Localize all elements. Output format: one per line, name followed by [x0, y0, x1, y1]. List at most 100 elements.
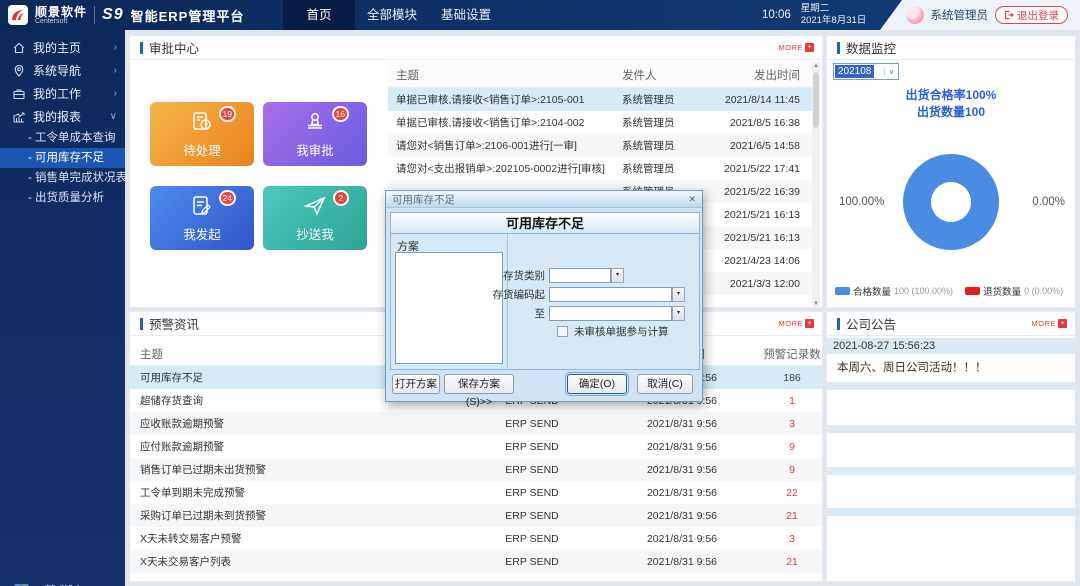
empty-notice-row — [827, 382, 1075, 390]
chevron-down-icon: ∨ — [884, 67, 898, 76]
left-percent-label: 100.00% — [839, 196, 885, 208]
table-row[interactable]: 单据已审核,请接收<销售订单>:2105-001 系统管理员 2021/8/14… — [388, 88, 812, 111]
stamp-icon — [302, 109, 328, 135]
panel-title: 预警资讯 — [149, 318, 200, 332]
chevron-down-icon: ∨ — [109, 111, 117, 122]
sidebar-item-my-work[interactable]: 我的工作 › — [0, 82, 125, 105]
chevron-right-icon: › — [113, 88, 117, 99]
scroll-up-icon[interactable]: ▲ — [812, 63, 820, 69]
nav-home[interactable]: 首页 — [283, 0, 355, 30]
start-button[interactable]: 开 始 — [0, 578, 77, 586]
sidebar-item-system-nav[interactable]: 系统导航 › — [0, 59, 125, 82]
empty-notice-row — [827, 425, 1075, 433]
category-picker-button[interactable]: ▾ — [611, 267, 624, 283]
save-plan-button[interactable]: 保存方案(S)>> — [444, 374, 514, 408]
more-button[interactable]: MORE + — [779, 319, 814, 328]
notice-text[interactable]: 本周六、周日公司活动！！！ — [827, 354, 1075, 380]
weekday-text: 星期二 — [800, 3, 830, 15]
username: 系统管理员 — [930, 10, 989, 22]
category-input[interactable] — [549, 267, 611, 283]
category-label: 存货类别 — [503, 269, 545, 282]
code-from-input[interactable] — [549, 286, 672, 302]
sidebar-subitem-sales-completion[interactable]: - 销售单完成状况表 — [0, 168, 127, 188]
location-icon — [14, 64, 24, 77]
table-row[interactable]: 单据已审核,请接收<销售订单>:2104-002 系统管理员 2021/8/5 … — [388, 111, 812, 134]
scrollbar[interactable]: ▲ ▼ — [812, 62, 820, 308]
table-row[interactable]: 工令单到期未完成预警 ERP SEND 2021/8/31 9:56 22 — [130, 481, 822, 504]
table-row[interactable]: 应付账款逾期预警 ERP SEND 2021/8/31 9:56 9 — [130, 435, 822, 458]
doc-edit-icon — [189, 193, 215, 219]
divider — [94, 6, 96, 24]
user-avatar[interactable] — [905, 6, 924, 24]
unaudited-checkbox-row[interactable]: 未审核单据参与计算 — [557, 324, 669, 339]
divider — [507, 234, 508, 370]
scroll-down-icon[interactable]: ▼ — [812, 301, 820, 307]
count-badge: 16 — [331, 106, 349, 122]
sidebar-item-label: 我的报表 — [33, 110, 82, 124]
dialog-title: 可用库存不足 — [392, 193, 455, 206]
period-select[interactable]: 202108 ∨ — [833, 63, 899, 80]
plus-icon: + — [805, 43, 814, 52]
product-badge: S9 — [102, 6, 124, 23]
legend-item-pass[interactable]: 合格数量 100 (100.00%) — [835, 284, 953, 298]
accent-bar — [140, 317, 143, 330]
chart-icon — [13, 112, 25, 122]
code-from-picker-button[interactable]: ▾ — [672, 286, 685, 302]
legend-swatch — [965, 287, 981, 295]
chevron-right-icon: › — [113, 65, 117, 76]
panel-title: 审批中心 — [149, 42, 200, 56]
chevron-right-icon: › — [113, 42, 117, 53]
start-label: 开 始 — [44, 582, 77, 586]
open-plan-button[interactable]: 打开方案 — [392, 374, 440, 394]
sidebar-item-my-home[interactable]: 我的主页 › — [0, 36, 125, 59]
count-badge: 24 — [218, 190, 236, 206]
empty-notice-row — [827, 467, 1075, 475]
logo-title: 顺景软件 — [35, 4, 88, 19]
ok-button[interactable]: 确定(O) — [565, 372, 629, 396]
logout-button[interactable]: 退出登录 — [995, 6, 1068, 24]
donut-chart — [903, 154, 999, 250]
sidebar-subitem-workorder-cost[interactable]: - 工令单成本查询 — [0, 128, 125, 148]
legend-item-return[interactable]: 退货数量 0 (0.00%) — [965, 284, 1063, 298]
period-value: 202108 — [835, 65, 875, 78]
tile-pending[interactable]: 19 待处理 — [150, 102, 254, 166]
legend-swatch — [835, 287, 850, 295]
product-title: 智能ERP管理平台 — [130, 8, 245, 24]
table-row[interactable]: 采购订单已过期未到货预警 ERP SEND 2021/8/31 9:56 21 — [130, 504, 822, 527]
table-row[interactable]: 销售订单已过期未出货预警 ERP SEND 2021/8/31 9:56 9 — [130, 458, 822, 481]
sidebar-subitem-available-stock[interactable]: - 可用库存不足 — [0, 148, 125, 168]
table-row[interactable]: 请您对<销售订单>:2106-001进行[一审] 系统管理员 2021/6/5 … — [388, 134, 812, 157]
plus-icon: + — [1058, 319, 1067, 328]
accent-bar — [837, 41, 840, 54]
more-button[interactable]: MORE + — [1032, 319, 1067, 328]
code-to-input[interactable] — [549, 305, 672, 321]
nav-all-modules[interactable]: 全部模块 — [355, 0, 429, 30]
table-row[interactable]: 请您对<支出报销单>:202105-0002进行[审核] 系统管理员 2021/… — [388, 157, 812, 180]
tile-cc-to-me[interactable]: 2 抄送我 — [263, 186, 367, 250]
chart-legend: 合格数量 100 (100.00%) 退货数量 0 (0.00%) — [835, 284, 1063, 298]
code-to-label: 至 — [534, 307, 546, 320]
nav-base-settings[interactable]: 基础设置 — [429, 0, 503, 30]
tile-my-approvals[interactable]: 16 我审批 — [263, 102, 367, 166]
close-icon[interactable]: ✕ — [688, 194, 696, 205]
logo-subtitle: Centersoft — [35, 17, 68, 25]
cancel-button[interactable]: 取消(C) — [637, 374, 693, 394]
table-row[interactable]: X天未交易客户列表 ERP SEND 2021/8/31 9:56 21 — [130, 550, 822, 573]
exit-icon — [1004, 10, 1014, 20]
table-row[interactable]: X天未转交易客户预警 ERP SEND 2021/8/31 9:56 3 — [130, 527, 822, 550]
checkbox-label: 未审核单据参与计算 — [574, 326, 669, 338]
sidebar-subitem-shipment-quality[interactable]: - 出货质量分析 — [0, 188, 125, 208]
scroll-thumb[interactable] — [813, 72, 819, 128]
dialog-titlebar[interactable]: 可用库存不足 ✕ — [386, 191, 702, 208]
empty-notice-row — [827, 508, 1075, 516]
dialog-body: 方案 存货类别 ▾ 存货编码起 ▾ 至 ▾ 未审核单据参与计算 — [390, 234, 700, 370]
accent-bar — [837, 317, 840, 330]
checkbox[interactable] — [557, 326, 568, 337]
sidebar-item-my-reports[interactable]: 我的报表 ∨ — [0, 105, 125, 128]
more-button[interactable]: MORE + — [779, 43, 814, 52]
tile-initiated-by-me[interactable]: 24 我发起 — [150, 186, 254, 250]
code-to-picker-button[interactable]: ▾ — [672, 305, 685, 321]
table-row[interactable]: 应收账款逾期预警 ERP SEND 2021/8/31 9:56 3 — [130, 412, 822, 435]
paper-plane-icon — [302, 193, 328, 219]
count-badge: 19 — [218, 106, 236, 122]
